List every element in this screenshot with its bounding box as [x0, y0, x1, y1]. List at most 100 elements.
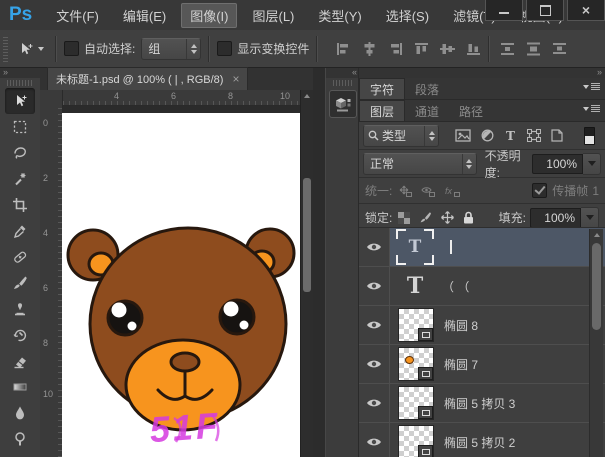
layer-visibility-toggle[interactable]	[359, 345, 390, 383]
layer-visibility-toggle[interactable]	[359, 384, 390, 422]
align-horizontal-centers-button[interactable]	[361, 41, 377, 56]
scroll-up-icon[interactable]	[590, 229, 603, 241]
crop-tool-button[interactable]	[5, 192, 35, 218]
filter-toggle-switch[interactable]	[584, 127, 595, 145]
blend-mode-dropdown[interactable]: 正常	[363, 153, 477, 175]
filter-pixel-layers-icon[interactable]	[455, 129, 471, 142]
layer-visibility-toggle[interactable]	[359, 267, 390, 305]
filter-smart-object-icon[interactable]	[551, 129, 563, 142]
document-vertical-scrollbar[interactable]	[300, 90, 313, 457]
shape-layer-thumbnail[interactable]	[398, 425, 434, 457]
lock-position-icon[interactable]	[441, 211, 454, 224]
minimize-button[interactable]	[485, 0, 523, 21]
dock-grip[interactable]	[333, 80, 352, 86]
menu-select[interactable]: 选择(S)	[377, 3, 438, 28]
3d-panel-button[interactable]	[329, 90, 357, 118]
layer-row-shape[interactable]: 椭圆 8	[359, 306, 605, 345]
fill-value[interactable]: 100%	[530, 208, 581, 228]
opacity-dropdown-button[interactable]	[583, 153, 601, 175]
filter-shape-layers-icon[interactable]	[527, 129, 541, 142]
lock-image-pixels-icon[interactable]	[419, 211, 432, 224]
unify-effects-icon[interactable]: fx	[444, 185, 460, 197]
fill-dropdown-button[interactable]	[581, 207, 599, 229]
brush-tool-button[interactable]	[5, 270, 35, 296]
layer-name[interactable]: 椭圆 7	[444, 356, 478, 373]
lasso-tool-button[interactable]	[5, 140, 35, 166]
filter-type-layers-icon[interactable]: T	[504, 129, 517, 142]
opacity-value[interactable]: 100%	[532, 154, 583, 174]
clone-stamp-tool-button[interactable]	[5, 296, 35, 322]
menu-image[interactable]: 图像(I)	[181, 3, 237, 28]
eyedropper-tool-button[interactable]	[5, 218, 35, 244]
unify-position-icon[interactable]	[398, 185, 412, 197]
ruler-origin-corner[interactable]	[40, 90, 63, 107]
tab-paths[interactable]: 路径	[449, 101, 493, 121]
filter-kind-dropdown[interactable]: 类型	[363, 125, 439, 147]
filter-adjustment-layers-icon[interactable]	[481, 129, 494, 142]
auto-select-target-dropdown[interactable]: 组	[141, 38, 201, 60]
document-canvas[interactable]: 51F	[62, 113, 301, 457]
panel-divider[interactable]	[313, 68, 325, 457]
align-right-edges-button[interactable]	[387, 41, 403, 56]
unify-visibility-icon[interactable]	[421, 185, 435, 197]
close-button[interactable]: ×	[567, 0, 605, 21]
layer-visibility-toggle[interactable]	[359, 306, 390, 344]
layers-scrollbar-thumb[interactable]	[592, 243, 601, 330]
panels-collapse[interactable]: »	[359, 68, 605, 78]
tab-character[interactable]: 字符	[359, 78, 405, 99]
align-vertical-centers-button[interactable]	[439, 41, 455, 56]
layer-name[interactable]: 椭圆 5 拷贝 2	[444, 434, 515, 451]
lock-transparent-pixels-icon[interactable]	[398, 212, 410, 224]
layer-visibility-toggle[interactable]	[359, 228, 390, 266]
current-tool-preview[interactable]	[14, 41, 48, 57]
eraser-tool-button[interactable]	[5, 348, 35, 374]
shape-layer-thumbnail[interactable]	[398, 386, 434, 420]
maximize-button[interactable]	[526, 0, 564, 21]
menu-edit[interactable]: 编辑(E)	[114, 3, 175, 28]
tab-layers[interactable]: 图层	[359, 100, 405, 121]
spot-healing-brush-tool-button[interactable]	[5, 244, 35, 270]
distribute-vertical-centers-button[interactable]	[525, 41, 541, 56]
dock-collapse[interactable]: «	[326, 68, 359, 78]
options-bar-grip[interactable]	[3, 36, 8, 62]
distribute-top-edges-button[interactable]	[499, 41, 515, 56]
text-layer-thumbnail[interactable]: T	[398, 270, 432, 302]
auto-select-checkbox[interactable]	[64, 41, 79, 56]
show-transform-controls-checkbox[interactable]	[217, 41, 232, 56]
tab-paragraph[interactable]: 段落	[405, 79, 449, 99]
rectangular-marquee-tool-button[interactable]	[5, 114, 35, 140]
tools-panel-expand[interactable]: »	[0, 68, 40, 78]
dodge-tool-button[interactable]	[5, 426, 35, 452]
align-left-edges-button[interactable]	[335, 41, 351, 56]
shape-layer-thumbnail[interactable]	[398, 308, 434, 342]
layer-row-text[interactable]: T （ （	[359, 267, 605, 306]
tab-close-icon[interactable]: ×	[232, 73, 239, 85]
propagate-frame-checkbox[interactable]	[532, 183, 547, 198]
layer-name[interactable]: （ （	[442, 278, 469, 295]
layers-scrollbar[interactable]	[589, 229, 603, 457]
menu-file[interactable]: 文件(F)	[47, 3, 108, 28]
lock-all-icon[interactable]	[463, 211, 474, 224]
distribute-bottom-edges-button[interactable]	[551, 41, 567, 56]
layer-row-shape[interactable]: 椭圆 5 拷贝 2	[359, 423, 605, 457]
character-panel-menu-button[interactable]	[583, 83, 600, 90]
magic-wand-tool-button[interactable]	[5, 166, 35, 192]
layer-row-shape[interactable]: 椭圆 5 拷贝 3	[359, 384, 605, 423]
align-top-edges-button[interactable]	[413, 41, 429, 56]
menu-type[interactable]: 类型(Y)	[309, 3, 370, 28]
move-tool-button[interactable]	[5, 88, 35, 114]
history-brush-tool-button[interactable]	[5, 322, 35, 348]
document-scrollbar-thumb[interactable]	[303, 178, 311, 292]
scroll-up-icon[interactable]	[301, 90, 313, 102]
layer-row-shape[interactable]: 椭圆 7	[359, 345, 605, 384]
menu-layer[interactable]: 图层(L)	[243, 3, 303, 28]
align-bottom-edges-button[interactable]	[465, 41, 481, 56]
tab-channels[interactable]: 通道	[405, 101, 449, 121]
blur-tool-button[interactable]	[5, 400, 35, 426]
layer-name[interactable]: 椭圆 8	[444, 317, 478, 334]
document-tab[interactable]: 未标题-1.psd @ 100% ( | , RGB/8) ×	[47, 67, 248, 90]
layers-panel-menu-button[interactable]	[583, 105, 600, 112]
gradient-tool-button[interactable]	[5, 374, 35, 400]
layer-row-text-editing[interactable]: T	[359, 228, 605, 267]
layer-name[interactable]: 椭圆 5 拷贝 3	[444, 395, 515, 412]
